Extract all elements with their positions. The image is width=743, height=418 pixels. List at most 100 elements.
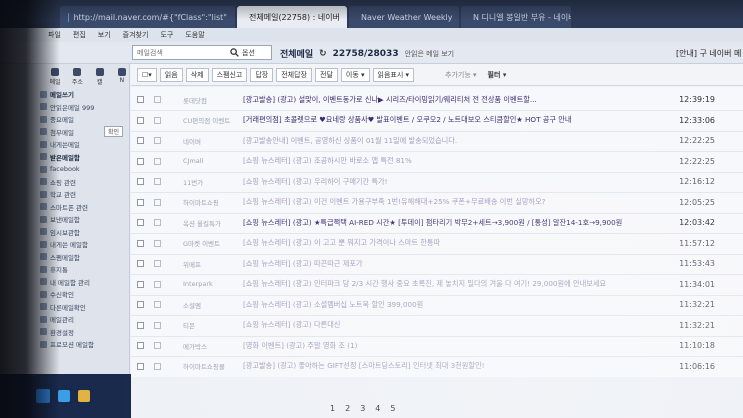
page-link[interactable]: 5: [390, 404, 395, 413]
ie-icon[interactable]: [58, 390, 70, 402]
sidebar-folder-item[interactable]: 내게쓴 메일함: [0, 238, 129, 251]
page-link[interactable]: 1: [330, 404, 335, 413]
mail-checkbox[interactable]: [137, 219, 144, 226]
sidebar-folder-item[interactable]: 중요메일: [0, 113, 129, 126]
mail-sender[interactable]: 롯데닷컴: [183, 95, 243, 105]
refresh-icon[interactable]: ↻: [319, 49, 327, 59]
unread-view-link[interactable]: 안읽은 메일 보기: [405, 49, 455, 59]
sidebar-folder-item[interactable]: 수신확인: [0, 288, 129, 301]
browser-tab[interactable]: N 디니엘 봉일반 부유 - 네이버: [461, 6, 571, 28]
mail-row[interactable]: 하이마트쇼핑 [쇼핑 뉴스레터] (광고) 이건 이벤트 가용구부족 1번!유해해…: [131, 192, 743, 214]
mail-row[interactable]: 롯데닷컴 [광고발송] (광고) 설맞이, 이벤트동가로 신나▶ 시리즈/타이밍읽…: [131, 89, 743, 111]
toolbar-button[interactable]: 삭제: [185, 67, 209, 82]
menu-item[interactable]: 편집: [73, 30, 86, 40]
important-flag-icon[interactable]: [154, 280, 161, 288]
sidebar-folder-item[interactable]: 메일쓰기: [0, 88, 129, 101]
mail-subject[interactable]: [쇼핑 뉴스레터] (광고) 이 고고 뿐 뭐지고 가격이나 스마트 한통따: [243, 238, 663, 248]
menu-item[interactable]: 즐겨찾기: [123, 30, 149, 40]
sidebar-folder-item[interactable]: facebook: [0, 163, 129, 176]
mail-row[interactable]: Interpark [쇼핑 뉴스레터] (광고) 인터파크 당 2/3 시간 행사…: [131, 274, 743, 296]
mail-sender[interactable]: 옥션 올킬특가: [183, 218, 243, 228]
toolbar-button[interactable]: 읽음표시 ▾: [372, 67, 415, 82]
mail-checkbox[interactable]: [137, 260, 144, 267]
sidebar-folder-item[interactable]: 스마트폰 관련: [0, 201, 129, 214]
sidebar-folder-item[interactable]: 프로모션 메일함: [0, 338, 129, 351]
important-flag-icon[interactable]: [154, 116, 161, 124]
sidebar-folder-item[interactable]: 첨부메일 확인: [0, 126, 129, 139]
toolbar-button[interactable]: 전체답장: [276, 67, 312, 82]
browser-tab[interactable]: Naver Weather Weekly: [349, 6, 459, 28]
sidebar-app-button[interactable]: 캘: [93, 68, 107, 86]
mail-subject[interactable]: [쇼핑 뉴스레터] (광고) 다른대신: [243, 320, 663, 330]
mail-sender[interactable]: CJmall: [183, 157, 243, 165]
mail-sender[interactable]: 하이마트쇼핑몰: [183, 361, 243, 371]
sidebar-folder-item[interactable]: 안읽은메일 999: [0, 101, 129, 114]
mail-row[interactable]: 티몬 [쇼핑 뉴스레터] (광고) 다른대신 11:32:21: [131, 315, 743, 337]
mail-subject[interactable]: [쇼핑 뉴스레터] (광고) 소셜멤버십 노트북 할인 399,000원: [243, 300, 663, 310]
mail-sender[interactable]: Interpark: [183, 280, 243, 288]
important-flag-icon[interactable]: [154, 342, 161, 349]
mail-checkbox[interactable]: [137, 96, 144, 103]
important-flag-icon[interactable]: [154, 260, 161, 267]
important-flag-icon[interactable]: [154, 137, 161, 144]
mail-row[interactable]: CU편의점 이벤트 [거래편의점] 초콜렛으로 ♥요네랑 상품사♥ 발표이벤트 /…: [131, 110, 743, 132]
sidebar-app-button[interactable]: 메일: [48, 68, 62, 86]
sidebar-folder-item[interactable]: 스팸메일함: [0, 251, 129, 264]
mail-sender[interactable]: CU편의점 이벤트: [183, 115, 243, 125]
mail-checkbox[interactable]: [137, 198, 144, 206]
mail-subject[interactable]: [영화 이벤트] (광고) 주말 영화 조 (1): [243, 341, 663, 351]
mail-subject[interactable]: [쇼핑 뉴스레터] (광고) 따끈따근 제포가: [243, 259, 663, 269]
sidebar-folder-item[interactable]: 내 메일함 관리: [0, 276, 129, 289]
menu-item[interactable]: 보기: [98, 30, 111, 40]
sidebar-folder-item[interactable]: 임시보관함: [0, 226, 129, 239]
mail-row[interactable]: 옥션 올킬특가 [쇼핑 뉴스레터] (광고) ★특급쩍택 AI-RED 시간★ […: [131, 212, 743, 234]
mail-checkbox[interactable]: [137, 157, 144, 165]
important-flag-icon[interactable]: [154, 362, 161, 370]
toolbar-button[interactable]: 읽음: [159, 67, 183, 82]
mail-subject[interactable]: [광고발송안내] 이벤트, 공영하신 상품이 01월 11일에 발송되었습니다.: [243, 136, 663, 146]
mail-checkbox[interactable]: [137, 137, 144, 144]
mail-row[interactable]: CJmall [쇼핑 뉴스레터] (광고) 조공하시만 바로소 앱 특전 81% 1…: [131, 151, 743, 173]
important-flag-icon[interactable]: [154, 219, 161, 226]
windows-start-icon[interactable]: [36, 389, 50, 403]
mail-sender[interactable]: 티몬: [183, 320, 243, 330]
browser-tab[interactable]: 전체메일(22758) : 네이버: [237, 6, 347, 28]
mail-subject[interactable]: [쇼핑 뉴스레터] (광고) 인터파크 당 2/3 시간 행사 중요 초록진, …: [243, 279, 663, 289]
sidebar-app-button[interactable]: 주소: [70, 68, 84, 86]
mail-subject[interactable]: [쇼핑 뉴스레터] (광고) ★특급쩍택 AI-RED 시간★ [투데이] 펌타…: [243, 218, 663, 228]
sidebar-folder-item[interactable]: 환경설정: [0, 326, 129, 339]
sidebar-folder-item[interactable]: 받은메일함: [0, 151, 129, 164]
important-flag-icon[interactable]: [154, 198, 161, 206]
mail-row[interactable]: 소셜멤 [쇼핑 뉴스레터] (광고) 소셜멤버십 노트북 할인 399,000원 1…: [131, 294, 743, 316]
mail-subject[interactable]: [광고발송] (광고) 설맞이, 이벤트동가로 신나▶ 시리즈/타이밍읽기/웨리…: [243, 95, 663, 105]
toolbar-button[interactable]: 전달: [315, 67, 338, 82]
toolbar-button[interactable]: 이동 ▾: [340, 67, 370, 82]
page-link[interactable]: 3: [360, 404, 365, 413]
mail-checkbox[interactable]: [137, 362, 144, 370]
mail-subject[interactable]: [쇼핑 뉴스레터] (광고) 이건 이벤트 가용구부족 1번!유해해대+25% …: [243, 197, 663, 207]
mail-checkbox[interactable]: [137, 342, 144, 349]
mail-subject[interactable]: [광고발송] (광고) 좋아하는 GIFT선정 [스마트딩스토리] 인터넷 최대…: [243, 361, 663, 371]
important-flag-icon[interactable]: [154, 301, 161, 308]
sidebar-folder-item[interactable]: 다른메일확인: [0, 301, 129, 314]
toolbar-button[interactable]: 답장: [250, 67, 274, 82]
important-flag-icon[interactable]: [154, 321, 161, 329]
select-all-checkbox[interactable]: ☐▾: [137, 67, 157, 82]
mail-checkbox[interactable]: [137, 116, 144, 124]
mail-sender[interactable]: 네이버: [183, 136, 243, 146]
sidebar-badge[interactable]: 확인: [103, 126, 123, 138]
sidebar-folder-item[interactable]: 학교 관련: [0, 188, 129, 201]
important-flag-icon[interactable]: [154, 157, 161, 165]
search-input[interactable]: [133, 46, 228, 59]
sidebar-app-button[interactable]: N: [115, 68, 129, 86]
mail-sender[interactable]: 위메프: [183, 259, 243, 269]
search-box[interactable]: 옵션: [132, 45, 272, 60]
mail-checkbox[interactable]: [137, 321, 144, 329]
mail-sender[interactable]: G마켓 이벤트: [183, 238, 243, 248]
mail-row[interactable]: 메가박스 [영화 이벤트] (광고) 주말 영화 조 (1) 11:10:18: [131, 335, 743, 357]
mail-subject[interactable]: [쇼핑 뉴스레터] (광고) 우리하이 구매기간 특가!: [243, 177, 663, 187]
important-flag-icon[interactable]: [154, 239, 161, 247]
menu-item[interactable]: 도움말: [185, 30, 204, 40]
mail-sender[interactable]: 소셜멤: [183, 300, 243, 310]
browser-tab[interactable]: http://mail.naver.com/#{"fClass":"list": [60, 6, 235, 28]
